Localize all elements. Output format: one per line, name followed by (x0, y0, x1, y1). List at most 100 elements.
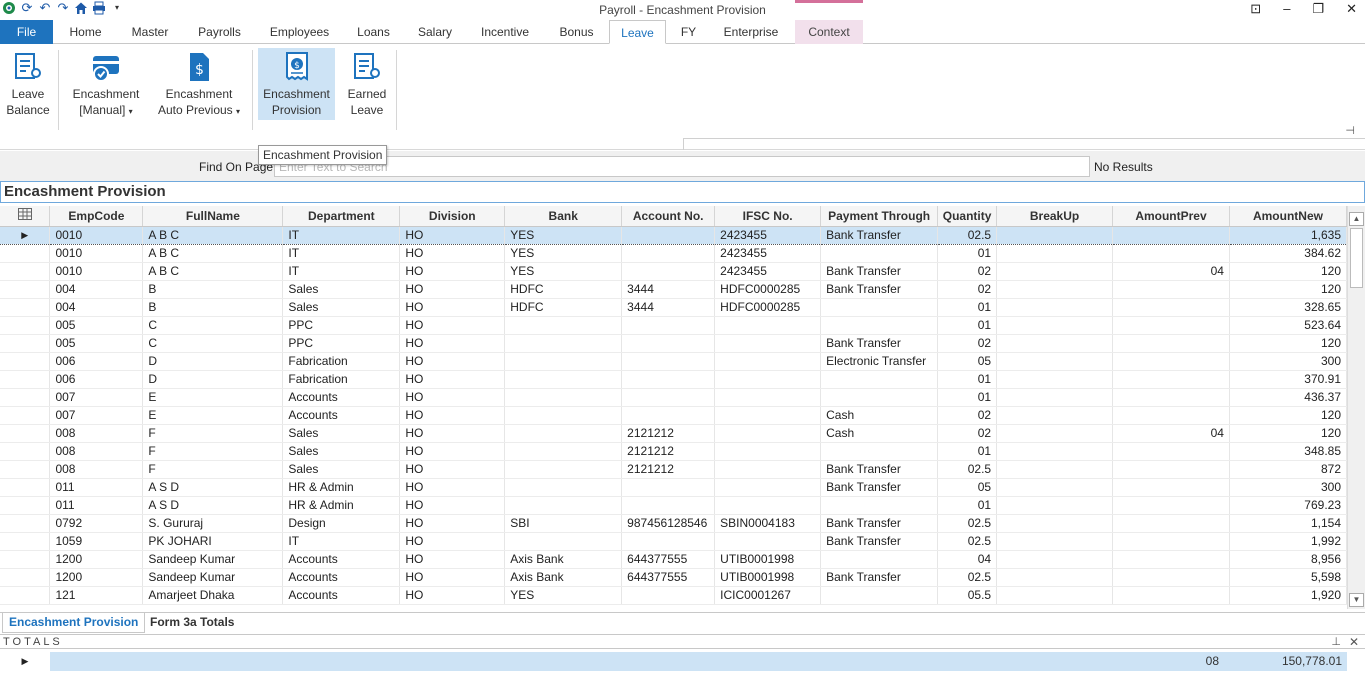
tab-enterprise[interactable]: Enterprise (714, 20, 788, 44)
tab-master[interactable]: Master (122, 20, 178, 44)
cell-department[interactable]: Fabrication (282, 352, 401, 371)
cell-empcode[interactable]: 1200 (49, 550, 144, 569)
cell-ifsc-no[interactable] (714, 424, 822, 443)
cell-quantity[interactable]: 05 (937, 478, 998, 497)
cell-department[interactable]: Sales (282, 424, 401, 443)
cell-ifsc-no[interactable] (714, 478, 822, 497)
table-row[interactable]: 008 F Sales HO 2121212 01 348.85 (0, 442, 1347, 461)
table-row[interactable]: 007 E Accounts HO 01 436.37 (0, 388, 1347, 407)
cell-ifsc-no[interactable]: HDFC0000285 (714, 280, 822, 299)
cell-fullname[interactable]: Sandeep Kumar (142, 550, 284, 569)
table-row[interactable]: 011 A S D HR & Admin HO Bank Transfer 05 300 (0, 478, 1347, 497)
table-row[interactable]: 004 B Sales HO HDFC 3444 HDFC0000285 01 328.65 (0, 298, 1347, 317)
cell-amountnew[interactable]: 769.23 (1229, 496, 1347, 515)
cell-account-no[interactable]: 644377555 (621, 568, 716, 587)
cell-account-no[interactable] (621, 352, 716, 371)
cell-department[interactable]: Sales (282, 460, 401, 479)
cell-breakup[interactable] (996, 352, 1114, 371)
cell-amountprev[interactable] (1112, 460, 1230, 479)
cell-quantity[interactable]: 01 (937, 388, 998, 407)
cell-amountprev[interactable] (1112, 370, 1230, 389)
undo-icon[interactable]: ↶ (38, 1, 52, 15)
cell-empcode[interactable]: 008 (49, 460, 144, 479)
cell-fullname[interactable]: A S D (142, 496, 284, 515)
encashment-manual-button[interactable]: Encashment [Manual] ▾ (70, 48, 142, 120)
cell-fullname[interactable]: E (142, 406, 284, 425)
cell-amountnew[interactable]: 872 (1229, 460, 1347, 479)
row-indicator[interactable] (0, 478, 51, 497)
cell-bank[interactable] (504, 406, 623, 425)
cell-department[interactable]: IT (282, 532, 401, 551)
cell-empcode[interactable]: 004 (49, 280, 144, 299)
cell-breakup[interactable] (996, 334, 1114, 353)
cell-ifsc-no[interactable] (714, 316, 822, 335)
table-row[interactable]: 005 C PPC HO Bank Transfer 02 120 (0, 334, 1347, 353)
cell-division[interactable]: HO (399, 550, 506, 569)
cell-account-no[interactable]: 3444 (621, 280, 716, 299)
cell-department[interactable]: Accounts (282, 586, 401, 605)
cell-breakup[interactable] (996, 262, 1114, 281)
cell-bank[interactable] (504, 352, 623, 371)
cell-payment-through[interactable]: Bank Transfer (820, 262, 939, 281)
column-header-quantity[interactable]: Quantity (937, 206, 998, 227)
tab-loans[interactable]: Loans (347, 20, 400, 44)
cell-amountnew[interactable]: 1,154 (1229, 514, 1347, 533)
cell-ifsc-no[interactable] (714, 352, 822, 371)
cell-empcode[interactable]: 007 (49, 406, 144, 425)
table-row[interactable]: 008 F Sales HO 2121212 Cash 02 04 120 (0, 424, 1347, 443)
cell-division[interactable]: HO (399, 586, 506, 605)
cell-amountnew[interactable]: 1,992 (1229, 532, 1347, 551)
tab-salary[interactable]: Salary (409, 20, 461, 44)
row-indicator[interactable] (0, 532, 51, 551)
cell-breakup[interactable] (996, 424, 1114, 443)
cell-payment-through[interactable]: Bank Transfer (820, 532, 939, 551)
column-header-department[interactable]: Department (282, 206, 401, 227)
cell-payment-through[interactable]: Electronic Transfer (820, 352, 939, 371)
table-row[interactable]: 004 B Sales HO HDFC 3444 HDFC0000285 Bank Trans… (0, 280, 1347, 299)
cell-fullname[interactable]: D (142, 352, 284, 371)
cell-department[interactable]: Sales (282, 280, 401, 299)
cell-payment-through[interactable]: Bank Transfer (820, 568, 939, 587)
cell-payment-through[interactable] (820, 550, 939, 569)
tab-bonus[interactable]: Bonus (549, 20, 604, 44)
table-row[interactable]: 0010 A B C IT HO YES 2423455 01 384.62 (0, 244, 1347, 263)
maximize-icon[interactable]: ❐ (1312, 1, 1324, 17)
cell-amountnew[interactable]: 370.91 (1229, 370, 1347, 389)
cell-amountprev[interactable] (1112, 532, 1230, 551)
close-icon[interactable]: ✕ (1346, 1, 1357, 17)
cell-amountprev[interactable]: 04 (1112, 262, 1230, 281)
scroll-thumb[interactable] (1350, 228, 1363, 288)
cell-department[interactable]: Fabrication (282, 370, 401, 389)
cell-empcode[interactable]: 005 (49, 316, 144, 335)
cell-empcode[interactable]: 011 (49, 496, 144, 515)
cell-ifsc-no[interactable]: 2423455 (714, 225, 822, 245)
cell-bank[interactable]: YES (504, 244, 623, 263)
cell-ifsc-no[interactable] (714, 460, 822, 479)
cell-payment-through[interactable] (820, 316, 939, 335)
table-row[interactable]: 1200 Sandeep Kumar Accounts HO Axis Bank 6443… (0, 550, 1347, 569)
cell-account-no[interactable] (621, 316, 716, 335)
table-row[interactable]: 007 E Accounts HO Cash 02 120 (0, 406, 1347, 425)
cell-empcode[interactable]: 0010 (49, 244, 144, 263)
encashment-auto-previous-button[interactable]: $ Encashment Auto Previous ▾ (152, 48, 246, 120)
cell-payment-through[interactable] (820, 370, 939, 389)
cell-bank[interactable]: HDFC (504, 298, 623, 317)
row-indicator[interactable] (0, 334, 51, 353)
cell-department[interactable]: Accounts (282, 406, 401, 425)
cell-ifsc-no[interactable]: UTIB0001998 (714, 568, 822, 587)
cell-division[interactable]: HO (399, 568, 506, 587)
cell-fullname[interactable]: A S D (142, 478, 284, 497)
cell-ifsc-no[interactable] (714, 370, 822, 389)
cell-breakup[interactable] (996, 388, 1114, 407)
cell-amountprev[interactable] (1112, 388, 1230, 407)
column-header-bank[interactable]: Bank (504, 206, 623, 227)
cell-ifsc-no[interactable]: ICIC0001267 (714, 586, 822, 605)
cell-account-no[interactable] (621, 262, 716, 281)
cell-bank[interactable]: YES (504, 586, 623, 605)
cell-department[interactable]: HR & Admin (282, 478, 401, 497)
tab-context[interactable]: Context (795, 20, 863, 44)
table-row[interactable]: 0792 S. Gururaj Design HO SBI 987456128546 SBI… (0, 514, 1347, 533)
row-indicator[interactable] (0, 424, 51, 443)
cell-breakup[interactable] (996, 406, 1114, 425)
cell-fullname[interactable]: PK JOHARI (142, 532, 284, 551)
